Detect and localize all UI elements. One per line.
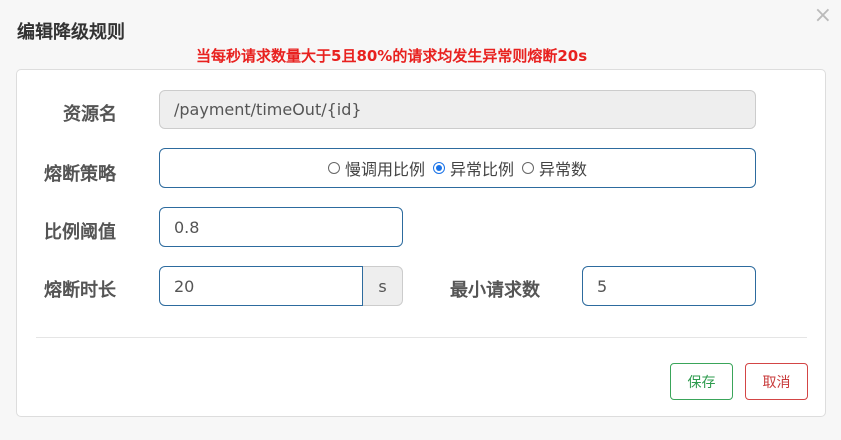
- duration-label: 熔断时长: [44, 280, 116, 301]
- radio-slow-call-ratio[interactable]: 慢调用比例: [327, 156, 425, 180]
- radio-label: 异常比例: [449, 160, 514, 179]
- strategy-label: 熔断策略: [44, 164, 116, 185]
- close-icon[interactable]: ×: [814, 5, 832, 27]
- resource-input: /payment/timeOut/{id}: [159, 90, 756, 129]
- resource-label: 资源名: [63, 104, 117, 125]
- duration-input[interactable]: 20: [159, 266, 363, 306]
- radio-circle-icon: [327, 162, 340, 174]
- red-annotation: 当每秒请求数量大于5且80%的请求均发生异常则熔断20s: [196, 47, 588, 65]
- radio-checked-icon: [432, 162, 445, 174]
- radio-exception-ratio[interactable]: 异常比例: [432, 156, 514, 180]
- duration-unit-addon: s: [363, 266, 403, 306]
- strategy-radio-group: 慢调用比例 异常比例 异常数: [159, 148, 756, 188]
- min-requests-label: 最小请求数: [450, 280, 540, 301]
- save-button[interactable]: 保存: [670, 363, 733, 400]
- dialog-title: 编辑降级规则: [17, 22, 125, 43]
- radio-circle-icon: [522, 162, 534, 174]
- cancel-button[interactable]: 取消: [745, 363, 808, 400]
- radio-label: 慢调用比例: [344, 160, 425, 179]
- ratio-input[interactable]: 0.8: [159, 207, 403, 247]
- radio-label: 异常数: [539, 160, 588, 179]
- min-requests-input[interactable]: 5: [582, 266, 756, 306]
- footer-divider: [36, 337, 807, 338]
- ratio-label: 比例阈值: [44, 222, 116, 243]
- radio-exception-count[interactable]: 异常数: [522, 156, 587, 180]
